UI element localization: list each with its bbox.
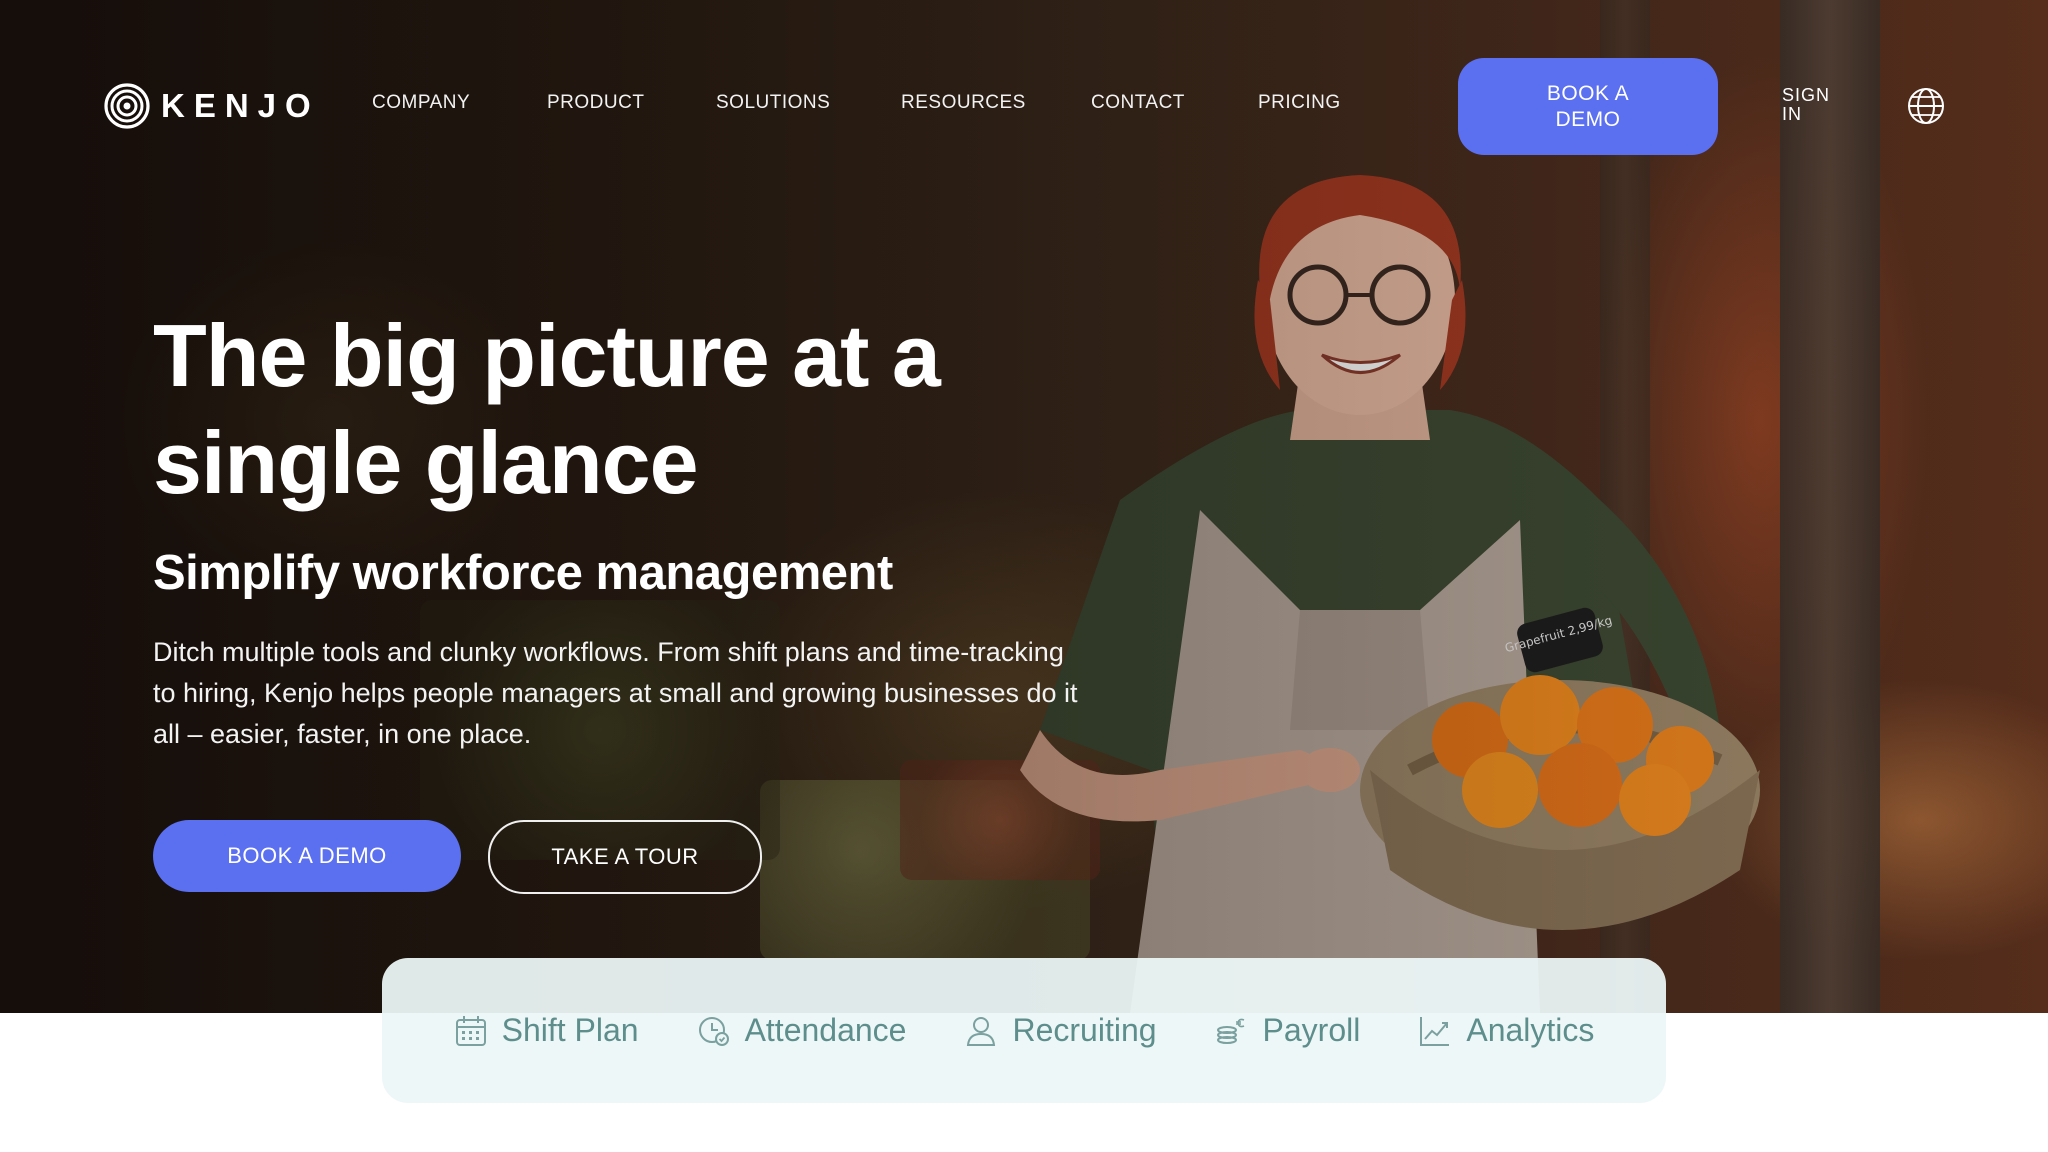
hero-subtitle: Simplify workforce management bbox=[153, 546, 893, 600]
brand-name: KENJO bbox=[161, 87, 320, 124]
tab-label: Recruiting bbox=[1012, 1012, 1157, 1048]
nav-item-contact[interactable]: CONTACT bbox=[1091, 92, 1185, 114]
take-tour-label: TAKE A TOUR bbox=[551, 844, 699, 869]
hero-title: The big picture at a single glance bbox=[153, 306, 941, 512]
nav-item-solutions[interactable]: SOLUTIONS bbox=[716, 92, 830, 114]
feature-tab-bar: Shift Plan Attendance Recruiting Payroll bbox=[382, 958, 1666, 1103]
clock-icon bbox=[698, 1016, 729, 1046]
tab-label: Analytics bbox=[1466, 1012, 1595, 1048]
nav-item-pricing[interactable]: PRICING bbox=[1258, 92, 1341, 114]
nav-book-demo-button[interactable]: BOOK A DEMO bbox=[1458, 58, 1718, 155]
calendar-icon bbox=[455, 1015, 486, 1046]
tab-shift-plan[interactable]: Shift Plan bbox=[454, 1012, 639, 1049]
tab-label: Shift Plan bbox=[501, 1012, 639, 1048]
nav-item-company[interactable]: COMPANY bbox=[372, 92, 470, 114]
tab-label: Payroll bbox=[1262, 1012, 1361, 1048]
tab-attendance[interactable]: Attendance bbox=[697, 1012, 907, 1049]
sign-in-label: SIGN IN bbox=[1782, 85, 1831, 124]
nav-item-product[interactable]: PRODUCT bbox=[547, 92, 644, 114]
globe-icon[interactable] bbox=[1906, 86, 1946, 126]
shopkeeper-photo: Grapefruit 2,99/kg bbox=[1020, 175, 1760, 1013]
brand-logo[interactable]: KENJO bbox=[103, 82, 320, 130]
top-navigation: KENJO COMPANY PRODUCT SOLUTIONS RESOURCE… bbox=[0, 0, 2048, 210]
nav-book-demo-label: BOOK A DEMO bbox=[1546, 81, 1630, 131]
tab-analytics[interactable]: Analytics bbox=[1418, 1012, 1594, 1049]
basket-price-tag: Grapefruit 2,99/kg bbox=[1503, 613, 1613, 655]
sign-in-link[interactable]: SIGN IN bbox=[1782, 86, 1832, 124]
person-icon bbox=[967, 1016, 996, 1046]
tab-label: Attendance bbox=[744, 1012, 907, 1048]
nav-item-resources[interactable]: RESOURCES bbox=[901, 92, 1026, 114]
coins-euro-icon bbox=[1216, 1018, 1244, 1044]
produce-crate bbox=[900, 760, 1100, 880]
produce-crate bbox=[760, 780, 1090, 960]
book-demo-button[interactable]: BOOK A DEMO bbox=[153, 820, 461, 892]
tab-payroll[interactable]: Payroll bbox=[1215, 1012, 1361, 1049]
chart-line-icon bbox=[1420, 1016, 1450, 1046]
tab-recruiting[interactable]: Recruiting bbox=[964, 1012, 1157, 1049]
kenjo-spiral-icon bbox=[104, 83, 150, 129]
hero-description: Ditch multiple tools and clunky workflow… bbox=[153, 637, 1078, 749]
take-tour-button[interactable]: TAKE A TOUR bbox=[488, 820, 762, 894]
book-demo-label: BOOK A DEMO bbox=[227, 843, 387, 868]
